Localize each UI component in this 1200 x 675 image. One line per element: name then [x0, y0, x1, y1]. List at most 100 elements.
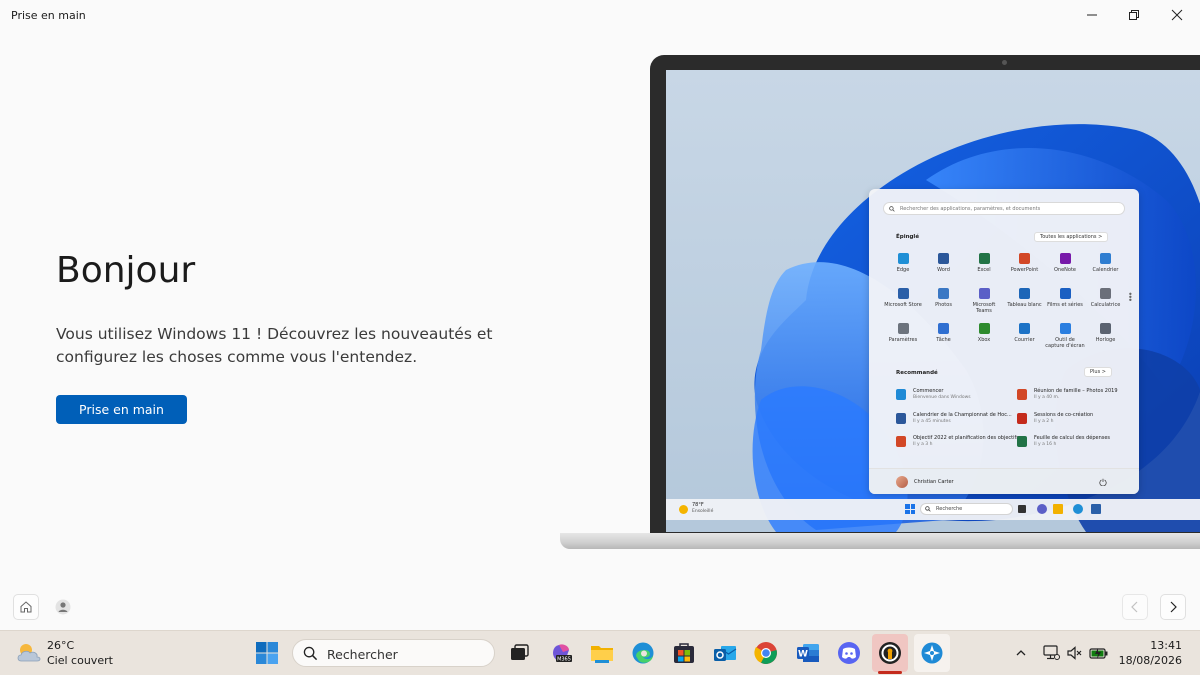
preview-taskbar: 78°F Ensoleillé Recherche: [666, 499, 1200, 520]
chevron-right-icon: [1170, 601, 1177, 613]
edge-icon: [1073, 504, 1083, 514]
app-label: PowerPoint: [1010, 267, 1039, 273]
laptop-base: [560, 533, 1200, 549]
pinned-app: Photos: [924, 288, 964, 308]
get-started-button[interactable]: Prise en main: [56, 395, 187, 424]
battery-charging-icon[interactable]: [1089, 645, 1109, 661]
discord-button[interactable]: [837, 641, 861, 665]
pinned-app: Calculatrice: [1086, 288, 1126, 308]
home-icon: [20, 601, 32, 613]
sun-icon: [679, 505, 688, 514]
home-button[interactable]: [13, 594, 39, 620]
pinned-app: OneNote: [1045, 253, 1085, 273]
network-icon[interactable]: [1043, 645, 1060, 661]
edge-button[interactable]: [631, 641, 655, 665]
weather-description[interactable]: Ciel couvert: [47, 654, 113, 667]
volume-muted-icon[interactable]: [1066, 645, 1082, 661]
cloudy-weather-icon[interactable]: [15, 641, 43, 665]
page-dots: • • •: [1128, 290, 1133, 305]
recommended-time: Il y a 45 minutes: [913, 418, 951, 424]
vpn-app-button[interactable]: [878, 641, 902, 665]
app-icon: [897, 253, 909, 264]
svg-text:W: W: [798, 650, 808, 660]
account-button[interactable]: [52, 596, 74, 618]
pinned-app: Excel: [964, 253, 1004, 273]
start-menu-preview: Rechercher des applications, paramètres,…: [869, 189, 1139, 494]
pinned-app: Outil de capture d'écran: [1045, 323, 1085, 349]
person-icon: [55, 599, 71, 615]
start-button[interactable]: [255, 641, 279, 665]
task-view-icon: [1018, 505, 1026, 513]
recommended-title: Réunion de famille – Photos 2019: [1034, 388, 1118, 394]
store-icon: [1091, 504, 1101, 514]
start-menu-footer: Christian Carter: [869, 468, 1139, 494]
recommended-time: Il y a 2 h: [1034, 418, 1054, 424]
chevron-left-icon: [1131, 601, 1138, 613]
page-description: Vous utilisez Windows 11 ! Découvrez les…: [56, 325, 493, 366]
app-icon: [938, 253, 949, 264]
svg-text:M365: M365: [557, 657, 571, 663]
search-icon: [889, 206, 895, 212]
pinned-app: Tableau blanc: [1005, 288, 1045, 308]
outlook-button[interactable]: [713, 641, 737, 665]
app-label: Photos: [935, 302, 952, 308]
word-button[interactable]: W: [796, 641, 820, 665]
task-view-button[interactable]: [507, 641, 531, 665]
app-label: Outil de capture d'écran: [1045, 337, 1085, 349]
app-icon: [938, 288, 949, 299]
pinned-app: Microsoft Store: [883, 288, 923, 308]
app-icon: [978, 253, 990, 264]
pinned-heading: Épinglé: [896, 234, 920, 240]
recommended-title: Feuille de calcul des dépenses: [1034, 435, 1111, 441]
preview-start-icon: [905, 504, 915, 514]
start-search-box: Rechercher des applications, paramètres,…: [883, 202, 1125, 215]
avatar: [896, 476, 908, 488]
search-icon: [925, 506, 931, 512]
get-started-icon: [921, 642, 943, 664]
pinned-app: Courrier: [1005, 323, 1045, 343]
app-icon: [897, 288, 909, 299]
pinned-app: PowerPoint: [1005, 253, 1045, 273]
close-icon: [1171, 9, 1183, 21]
pinned-app: Xbox: [964, 323, 1004, 343]
close-button[interactable]: [1154, 0, 1200, 30]
store-icon: [674, 643, 694, 663]
app-label: Microsoft Store: [884, 302, 922, 308]
preview-search-label: Recherche: [936, 506, 963, 512]
chrome-button[interactable]: [754, 641, 778, 665]
app-label: Horloge: [1095, 337, 1116, 343]
clock-time[interactable]: 13:41: [1140, 639, 1182, 652]
clock-date[interactable]: 18/08/2026: [1118, 654, 1182, 667]
pinned-app: Horloge: [1086, 323, 1126, 343]
start-search-placeholder: Rechercher des applications, paramètres,…: [900, 206, 1041, 212]
previous-button[interactable]: [1122, 594, 1148, 620]
minimize-icon: [1087, 14, 1097, 16]
minimize-button[interactable]: [1069, 0, 1115, 30]
app-icon: [1100, 323, 1111, 334]
m365-button[interactable]: M365: [549, 641, 573, 665]
chevron-up-icon[interactable]: [1015, 647, 1027, 659]
app-label: Calculatrice: [1090, 302, 1121, 308]
laptop-screen: Rechercher des applications, paramètres,…: [666, 70, 1200, 532]
taskbar-search[interactable]: Rechercher: [292, 639, 495, 667]
user-name: Christian Carter: [914, 479, 954, 485]
recommended-time: Il y a 16 h: [1034, 442, 1057, 447]
pinned-app: Films et séries: [1045, 288, 1085, 308]
recommended-time: Bienvenue dans Windows: [913, 395, 971, 400]
maximize-button[interactable]: [1111, 0, 1157, 30]
file-icon: [896, 389, 906, 400]
app-icon: [1100, 253, 1111, 264]
file-explorer-button[interactable]: [590, 641, 614, 665]
next-button[interactable]: [1160, 594, 1186, 620]
weather-temperature[interactable]: 26°C: [47, 639, 74, 652]
app-label: OneNote: [1053, 267, 1077, 273]
app-icon: [1019, 323, 1030, 334]
pinned-app: Paramètres: [883, 323, 923, 343]
store-button[interactable]: [672, 641, 696, 665]
pinned-app: Calendrier: [1086, 253, 1126, 273]
recommended-title: Calendrier de la Championnat de Hoc...: [913, 411, 1012, 418]
get-started-app-button[interactable]: [920, 641, 944, 665]
file-icon: [896, 412, 906, 424]
pinned-app: Word: [924, 253, 964, 273]
m365-copilot-icon: M365: [553, 644, 572, 663]
